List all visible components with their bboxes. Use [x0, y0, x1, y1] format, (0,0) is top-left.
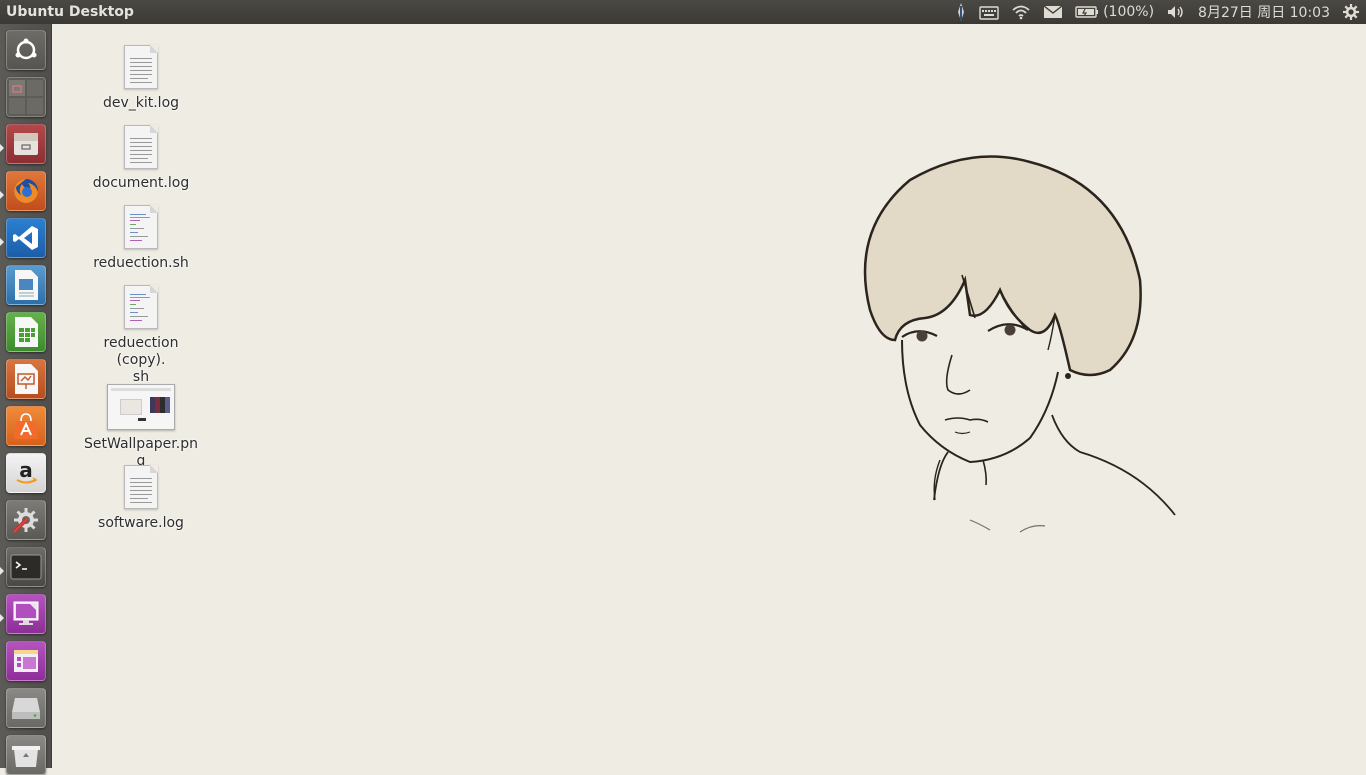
- desktop-file-reduection-copy-sh[interactable]: reduection (copy). sh: [76, 285, 206, 386]
- keyboard-icon[interactable]: [973, 0, 1005, 24]
- file-label: reduection (copy). sh: [103, 335, 179, 385]
- svg-text:a: a: [19, 458, 33, 482]
- script-file-icon: [124, 205, 158, 249]
- workspace-switcher-button[interactable]: [6, 77, 46, 117]
- wrench-gear-icon: [12, 508, 38, 534]
- dash-home-button[interactable]: [6, 30, 46, 70]
- ubuntu-logo-icon: [15, 38, 37, 60]
- desktop-file-document-log[interactable]: document.log: [76, 125, 206, 192]
- volume-icon[interactable]: [1160, 0, 1192, 24]
- window-title: Ubuntu Desktop: [6, 4, 134, 20]
- mail-icon[interactable]: [1037, 0, 1069, 24]
- text-file-icon: [124, 45, 158, 89]
- launcher: a: [0, 24, 52, 775]
- running-indicator: [0, 191, 4, 199]
- calc-icon: [15, 317, 38, 347]
- clock[interactable]: 8月27日 周日 10:03: [1192, 0, 1336, 24]
- vscode-icon: [13, 226, 38, 250]
- gear-icon[interactable]: [1336, 0, 1366, 24]
- running-indicator: [0, 238, 4, 246]
- desktop-file-software-log[interactable]: software.log: [76, 465, 206, 532]
- amazon-icon: a: [16, 458, 38, 484]
- firefox-icon: [14, 179, 38, 203]
- battery-indicator[interactable]: (100%): [1069, 0, 1160, 24]
- monitor-icon: [13, 601, 39, 625]
- software-center-button[interactable]: [6, 406, 46, 446]
- file-label: document.log: [92, 175, 190, 191]
- running-indicator: [0, 567, 4, 575]
- running-indicator: [0, 144, 4, 152]
- file-label: reduection.sh: [93, 255, 189, 271]
- app-window-button[interactable]: [6, 641, 46, 681]
- wifi-icon[interactable]: [1005, 0, 1037, 24]
- remote-desktop-button[interactable]: [6, 594, 46, 634]
- calc-button[interactable]: [6, 312, 46, 352]
- terminal-icon: [10, 554, 42, 580]
- shopping-bag-icon: [14, 413, 38, 439]
- wallpaper-portrait: [863, 155, 1176, 533]
- pen-indicator-icon[interactable]: [949, 0, 973, 24]
- file-label: dev_kit.log: [102, 95, 180, 111]
- writer-button[interactable]: [6, 265, 46, 305]
- impress-button[interactable]: [6, 359, 46, 399]
- writer-icon: [15, 270, 38, 300]
- running-indicator: [0, 614, 4, 622]
- desktop-file-reduection-sh[interactable]: reduection.sh: [76, 205, 206, 272]
- terminal-button[interactable]: [6, 547, 46, 587]
- trash-button[interactable]: [6, 735, 46, 775]
- file-cabinet-icon: [14, 133, 38, 155]
- trash-icon: [12, 746, 40, 767]
- script-file-icon: [124, 285, 158, 329]
- firefox-button[interactable]: [6, 171, 46, 211]
- battery-percent: (100%): [1103, 4, 1155, 20]
- system-settings-button[interactable]: [6, 500, 46, 540]
- workspaces-icon: [9, 80, 43, 114]
- file-label: software.log: [98, 515, 184, 531]
- files-button[interactable]: [6, 124, 46, 164]
- top-panel: Ubuntu Desktop (100%) 8月27日 周日 10:03: [0, 0, 1366, 24]
- text-file-icon: [124, 125, 158, 169]
- image-thumbnail-icon: [107, 384, 175, 430]
- text-file-icon: [124, 465, 158, 509]
- drive-button[interactable]: [6, 688, 46, 728]
- indicator-area: (100%) 8月27日 周日 10:03: [949, 0, 1366, 24]
- amazon-button[interactable]: a: [6, 453, 46, 493]
- desktop-file-dev-kit-log[interactable]: dev_kit.log: [76, 45, 206, 112]
- vscode-button[interactable]: [6, 218, 46, 258]
- drive-icon: [12, 698, 40, 719]
- battery-icon: [1075, 6, 1099, 18]
- window-icon: [14, 650, 38, 672]
- desktop-file-setwallpaper-png[interactable]: SetWallpaper.png: [76, 384, 206, 470]
- impress-icon: [15, 364, 38, 394]
